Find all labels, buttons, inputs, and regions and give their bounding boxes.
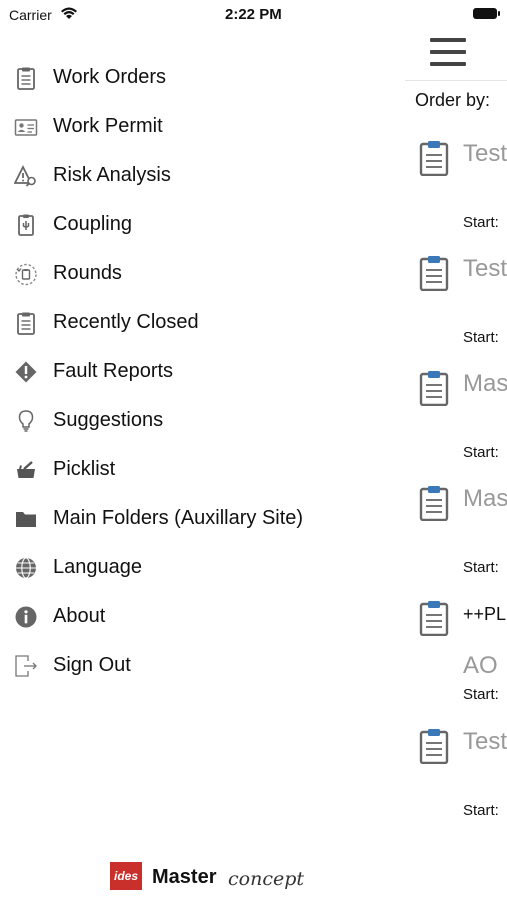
clock: 2:22 PM [225, 6, 282, 23]
folder-icon [16, 512, 36, 527]
menu-item-label: About [53, 605, 106, 627]
master-concept-logo: ides Master concept [110, 862, 310, 892]
menu-item-about[interactable]: About [0, 595, 380, 635]
menu-item-label: Work Permit [53, 115, 163, 137]
work-order-title: Test [463, 728, 507, 755]
clipboard-icon [419, 486, 449, 521]
menu-item-label: Fault Reports [53, 360, 174, 382]
work-order-row[interactable]: Test Start: [405, 255, 507, 365]
work-order-start: Start: [463, 444, 499, 461]
clipboard-icon [419, 141, 449, 176]
coupling-icon [18, 214, 34, 236]
menu-item-label: Sign Out [53, 654, 131, 676]
sign-out-icon [15, 655, 37, 677]
battery-icon [473, 8, 500, 19]
menu-item-suggestions[interactable]: Suggestions [0, 399, 380, 439]
work-order-row[interactable]: Test Start: [405, 140, 507, 250]
work-order-title: Mas [463, 485, 507, 512]
carrier-label: Carrier [9, 7, 52, 23]
menu-item-fault-reports[interactable]: Fault Reports [0, 350, 380, 390]
work-order-title: ++PL [463, 604, 507, 624]
menu-item-work-orders[interactable]: Work Orders [0, 56, 380, 96]
work-order-start: Start: [463, 559, 499, 576]
info-icon [15, 606, 37, 628]
clipboard-icon [419, 601, 449, 636]
diamond-alert-icon [15, 361, 37, 383]
globe-icon [16, 557, 36, 579]
order-by-label[interactable]: Order by: [415, 90, 490, 111]
work-orders-panel: Order by: Test Start: Test Start: Mas St… [405, 28, 507, 900]
menu-item-risk-analysis[interactable]: Risk Analysis [0, 154, 380, 194]
divider [405, 80, 507, 81]
menu-item-coupling[interactable]: Coupling [0, 203, 380, 243]
picklist-icon [17, 461, 35, 478]
warning-search-icon [14, 164, 36, 187]
menu-item-label: Work Orders [53, 66, 166, 88]
work-order-title: Test [463, 140, 507, 167]
work-order-subtitle: AO [463, 652, 498, 679]
lightbulb-icon [18, 410, 34, 432]
menu-item-label: Risk Analysis [53, 164, 171, 186]
work-order-title: Mas [463, 370, 507, 397]
clipboard-icon [17, 312, 35, 335]
menu-item-rounds[interactable]: Rounds [0, 252, 380, 292]
menu-item-main-folders[interactable]: Main Folders (Auxillary Site) [0, 497, 380, 537]
work-order-start: Start: [463, 214, 499, 231]
work-order-row[interactable]: Test Start: [405, 728, 507, 838]
work-order-start: Start: [463, 329, 499, 346]
wifi-icon [61, 7, 77, 19]
menu-item-label: Main Folders (Auxillary Site) [53, 507, 304, 529]
rounds-icon [15, 263, 37, 286]
menu-item-label: Coupling [53, 213, 132, 235]
work-order-title: Test [463, 255, 507, 282]
work-order-row[interactable]: Mas Start: [405, 485, 507, 595]
menu-item-work-permit[interactable]: Work Permit [0, 105, 380, 145]
brand-master-text: Master [152, 866, 217, 888]
work-order-start: Start: [463, 686, 499, 703]
id-card-icon [14, 119, 38, 136]
menu-item-label: Suggestions [53, 409, 164, 431]
menu-item-picklist[interactable]: Picklist [0, 448, 380, 488]
menu-item-label: Picklist [53, 458, 116, 480]
menu-item-language[interactable]: Language [0, 546, 380, 586]
menu-item-sign-out[interactable]: Sign Out [0, 644, 380, 684]
menu-item-label: Language [53, 556, 142, 578]
ides-logo: ides [110, 862, 142, 890]
clipboard-icon [419, 256, 449, 291]
menu-item-recently-closed[interactable]: Recently Closed [0, 301, 380, 341]
work-order-row[interactable]: Mas Start: [405, 370, 507, 480]
work-order-row[interactable]: ++PL AO Start: [405, 600, 507, 710]
menu-item-label: Rounds [53, 262, 122, 284]
menu-item-label: Recently Closed [53, 311, 199, 333]
status-bar: Carrier 2:22 PM [0, 0, 507, 28]
work-order-start: Start: [463, 802, 499, 819]
clipboard-icon [419, 729, 449, 764]
clipboard-icon [419, 371, 449, 406]
hamburger-menu-icon[interactable] [430, 38, 466, 66]
brand-concept-text: concept [228, 868, 304, 890]
clipboard-icon [17, 67, 35, 90]
